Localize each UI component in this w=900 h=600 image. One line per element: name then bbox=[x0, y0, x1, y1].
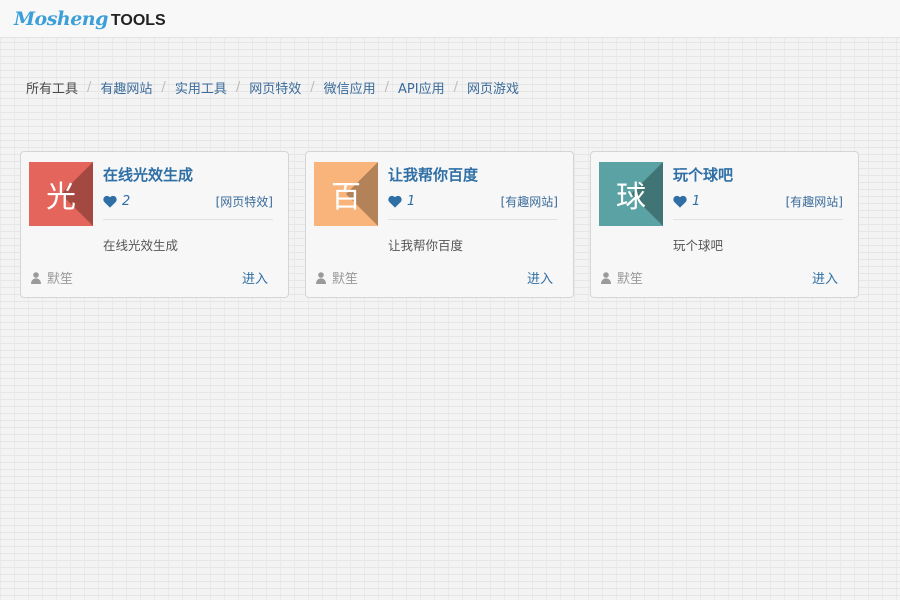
tool-card: 球 玩个球吧 1 [有趣网站] 玩个球吧 默笙 进入 bbox=[590, 151, 859, 298]
tool-meta-row: 1 [有趣网站] bbox=[673, 192, 843, 220]
breadcrumb-separator: / bbox=[161, 80, 166, 95]
author-info: 默笙 bbox=[31, 268, 73, 287]
tool-meta-row: 2 [网页特效] bbox=[103, 192, 273, 220]
breadcrumb-item-api-apps[interactable]: API应用 bbox=[398, 78, 445, 97]
enter-button[interactable]: 进入 bbox=[527, 268, 553, 287]
breadcrumb: 所有工具 / 有趣网站 / 实用工具 / 网页特效 / 微信应用 / API应用… bbox=[26, 78, 519, 97]
like-count: 1 bbox=[692, 194, 701, 209]
heart-icon bbox=[673, 195, 687, 208]
tool-description: 玩个球吧 bbox=[673, 238, 724, 253]
category-tag-link[interactable]: [网页特效] bbox=[216, 193, 273, 210]
breadcrumb-separator: / bbox=[453, 80, 458, 95]
author-name: 默笙 bbox=[332, 272, 359, 287]
tile-character: 光 bbox=[46, 180, 76, 215]
top-navbar: Mosheng TOOLS bbox=[0, 0, 900, 38]
tool-title-link[interactable]: 在线光效生成 bbox=[103, 164, 193, 185]
like-counter[interactable]: 2 bbox=[103, 194, 130, 209]
user-icon bbox=[31, 271, 41, 284]
breadcrumb-separator: / bbox=[310, 80, 315, 95]
tool-title-link[interactable]: 玩个球吧 bbox=[673, 164, 733, 185]
tool-card-footer: 默笙 进入 bbox=[316, 268, 553, 287]
breadcrumb-item-wechat-apps[interactable]: 微信应用 bbox=[324, 78, 376, 97]
tool-meta-row: 1 [有趣网站] bbox=[388, 192, 558, 220]
enter-button[interactable]: 进入 bbox=[242, 268, 268, 287]
breadcrumb-item-web-effects[interactable]: 网页特效 bbox=[249, 78, 301, 97]
enter-button[interactable]: 进入 bbox=[812, 268, 838, 287]
category-tag-link[interactable]: [有趣网站] bbox=[501, 193, 558, 210]
breadcrumb-separator: / bbox=[235, 80, 241, 95]
author-info: 默笙 bbox=[601, 268, 643, 287]
like-count: 2 bbox=[122, 194, 131, 209]
breadcrumb-separator: / bbox=[87, 80, 92, 95]
tool-card-footer: 默笙 进入 bbox=[601, 268, 838, 287]
breadcrumb-item-fun-sites[interactable]: 有趣网站 bbox=[100, 78, 152, 97]
author-name: 默笙 bbox=[47, 272, 74, 287]
author-info: 默笙 bbox=[316, 268, 358, 287]
tool-card-footer: 默笙 进入 bbox=[31, 268, 268, 287]
tool-description: 在线光效生成 bbox=[103, 238, 179, 253]
tool-card: 光 在线光效生成 2 [网页特效] 在线光效生成 默笙 进入 bbox=[20, 151, 289, 298]
brand-suffix: TOOLS bbox=[110, 11, 166, 29]
tool-tile-icon[interactable]: 百 bbox=[314, 162, 378, 226]
breadcrumb-item-web-games[interactable]: 网页游戏 bbox=[467, 78, 519, 97]
tool-tile-icon[interactable]: 球 bbox=[599, 162, 663, 226]
breadcrumb-separator: / bbox=[384, 80, 390, 95]
like-counter[interactable]: 1 bbox=[388, 194, 415, 209]
tool-title-link[interactable]: 让我帮你百度 bbox=[388, 164, 478, 185]
brand-logo[interactable]: Mosheng TOOLS bbox=[14, 8, 166, 30]
tool-tile-icon[interactable]: 光 bbox=[29, 162, 93, 226]
author-name: 默笙 bbox=[617, 272, 644, 287]
heart-icon bbox=[103, 195, 117, 208]
tool-description: 让我帮你百度 bbox=[388, 238, 464, 253]
tile-character: 球 bbox=[616, 180, 646, 215]
breadcrumb-item-all: 所有工具 bbox=[26, 82, 79, 97]
user-icon bbox=[316, 271, 326, 284]
heart-icon bbox=[388, 195, 402, 208]
category-tag-link[interactable]: [有趣网站] bbox=[786, 193, 843, 210]
like-counter[interactable]: 1 bbox=[673, 194, 700, 209]
tool-card: 百 让我帮你百度 1 [有趣网站] 让我帮你百度 默笙 进入 bbox=[305, 151, 574, 298]
like-count: 1 bbox=[407, 194, 416, 209]
user-icon bbox=[601, 271, 611, 284]
brand-script: Mosheng bbox=[14, 7, 108, 30]
tool-card-list: 光 在线光效生成 2 [网页特效] 在线光效生成 默笙 进入 百 让我帮你百度 bbox=[20, 151, 859, 298]
tile-character: 百 bbox=[331, 180, 361, 215]
breadcrumb-item-utilities[interactable]: 实用工具 bbox=[175, 78, 227, 97]
